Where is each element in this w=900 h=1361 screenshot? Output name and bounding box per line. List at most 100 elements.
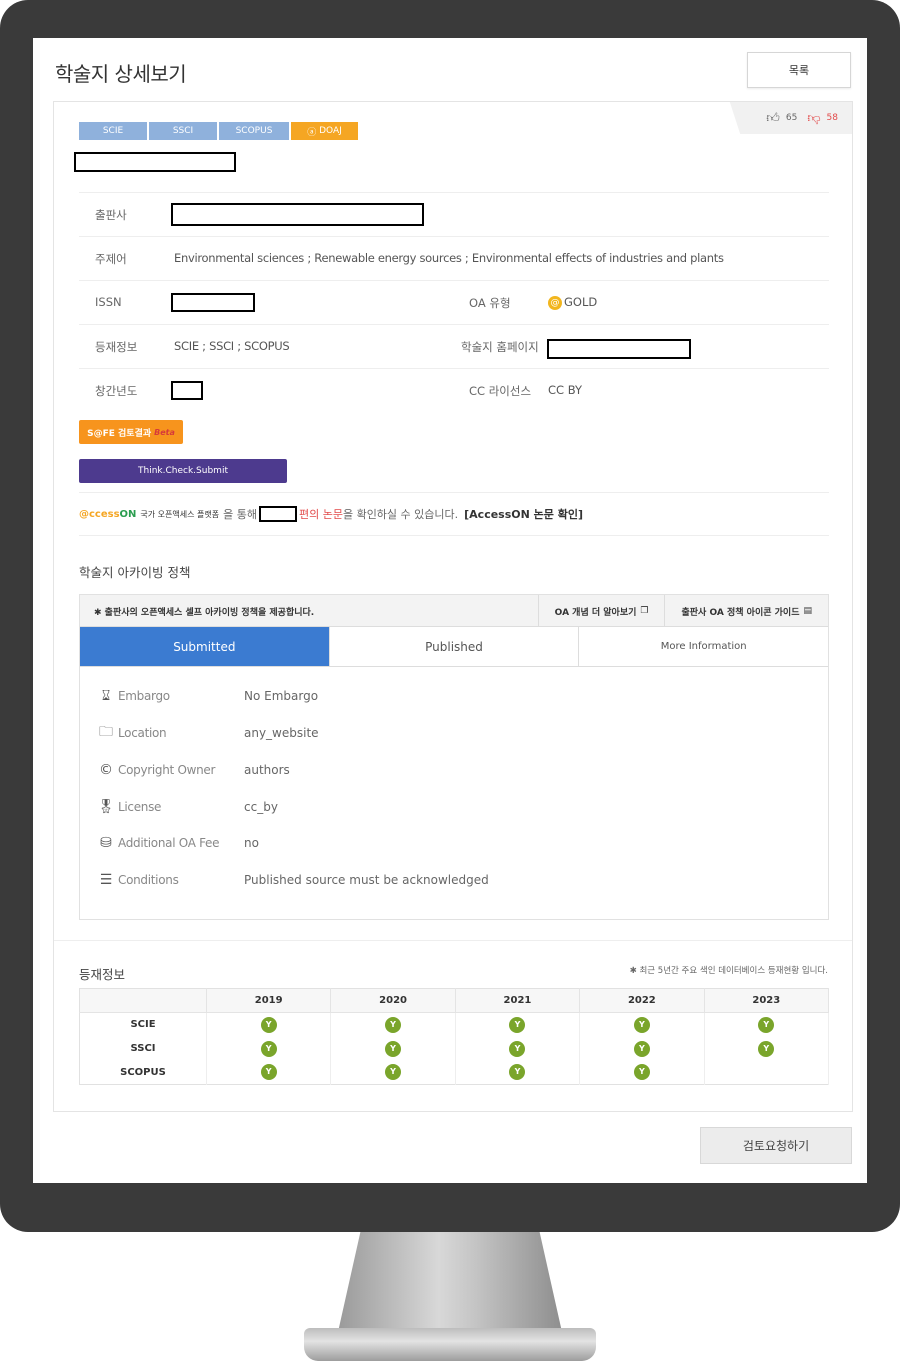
registration-row: SCOPUS Y Y Y Y — [79, 1060, 830, 1085]
policy-row-embargo: ⌛︎ Embargo No Embargo — [96, 685, 796, 707]
jar-icon: ⛁ — [100, 835, 112, 851]
hourglass-icon: ⌛︎ — [101, 688, 111, 704]
oa-type-value: @ GOLD — [548, 295, 597, 310]
journal-detail-card: SCIE SSCI SCOPUS ⓐ DOAJ 👍︎ 65 👎︎ 58 출판사 주제… — [53, 101, 853, 1112]
award-icon: 🎖︎ — [97, 799, 115, 815]
oa-icon-guide-link[interactable]: 출판사 OA 정책 아이콘 가이드 ▤ — [664, 595, 828, 627]
policy-label: Location — [118, 726, 167, 740]
tag-doaj: ⓐ DOAJ — [291, 122, 358, 140]
accesson-paper-count-text: 편의 논문 — [298, 508, 343, 521]
dislike-count: 58 — [826, 113, 838, 123]
vote-area: 👍︎ 65 👎︎ 58 — [729, 102, 852, 134]
subject-value: Environmental sciences ; Renewable energ… — [174, 251, 724, 265]
oa-type-text: GOLD — [564, 295, 598, 309]
section-divider — [54, 940, 852, 941]
policy-row-license: 🎖︎ License cc_by — [96, 796, 796, 818]
registration-title: 등재정보 — [79, 967, 126, 982]
accesson-logo-on: ON — [119, 508, 137, 520]
accesson-text-1: 을 통해 — [223, 508, 257, 521]
indexing-label: 등재정보 — [95, 340, 138, 354]
list-icon: ☰ — [99, 872, 113, 888]
year-header: 2020 — [330, 988, 456, 1013]
oa-concept-link[interactable]: OA 개념 더 알아보기 ❐ — [537, 595, 665, 627]
oa-concept-label: OA 개념 더 알아보기 — [554, 607, 637, 618]
accesson-platform-text: 국가 오픈액세스 플랫폼 — [140, 509, 220, 519]
publisher-label: 출판사 — [95, 208, 127, 222]
registration-cell: Y — [206, 1036, 332, 1061]
founded-label: 창간년도 — [95, 384, 138, 398]
monitor-stand — [338, 1232, 562, 1332]
accesson-logo: @ccessON — [79, 509, 136, 520]
redacted-issn — [171, 293, 255, 312]
redacted-paper-count — [258, 506, 297, 522]
registration-cell: Y — [330, 1012, 456, 1037]
registration-row: SCIE Y Y Y Y Y — [79, 1012, 830, 1037]
info-row-publisher: 출판사 — [79, 192, 829, 236]
registration-cell: Y — [704, 1012, 830, 1037]
thumbs-down-icon: 👎︎ — [807, 110, 821, 126]
cc-license-label: CC 라이선스 — [469, 384, 532, 398]
year-header: 2023 — [704, 988, 830, 1013]
page-title: 학술지 상세보기 — [55, 62, 187, 86]
redacted-homepage[interactable] — [547, 339, 691, 359]
policy-value: cc_by — [244, 800, 278, 814]
cc-license-value: CC BY — [548, 383, 583, 397]
registration-header-empty — [79, 988, 207, 1013]
policy-value: any_website — [244, 726, 319, 740]
dislike-button[interactable]: 👎︎ 58 — [807, 111, 838, 126]
registration-cell: Y — [579, 1012, 705, 1037]
redacted-publisher — [171, 203, 424, 226]
indexed-y-badge: Y — [509, 1064, 526, 1081]
year-header: 2021 — [455, 988, 581, 1013]
monitor-base — [304, 1328, 596, 1361]
accesson-text-2: 을 확인하실 수 있습니다. — [342, 508, 459, 521]
tag-scopus: SCOPUS — [219, 122, 289, 140]
doaj-icon: ⓐ — [307, 127, 320, 138]
indexed-y-badge: Y — [260, 1016, 277, 1033]
registration-cell: Y — [704, 1036, 830, 1061]
info-row-founded: 창간년도 CC 라이선스 CC BY — [79, 368, 829, 412]
safe-review-button[interactable]: S@FE 검토결과 Beta — [79, 420, 183, 444]
think-check-submit-button[interactable]: Think.Check.Submit — [79, 459, 287, 483]
policy-value: authors — [244, 763, 290, 777]
indexed-y-badge: Y — [633, 1016, 650, 1033]
indexed-y-badge: Y — [385, 1016, 402, 1033]
indexed-y-badge: Y — [260, 1040, 277, 1057]
homepage-label: 학술지 홈페이지 — [461, 340, 539, 354]
indexed-y-badge: Y — [385, 1040, 402, 1057]
tab-submitted[interactable]: Submitted — [80, 627, 330, 666]
gold-oa-icon: @ — [548, 295, 562, 310]
registration-cell: Y — [330, 1036, 456, 1061]
like-button[interactable]: 👍︎ 65 — [766, 111, 797, 126]
database-name: SSCI — [79, 1036, 207, 1061]
list-button[interactable]: 목록 — [747, 52, 851, 88]
registration-note: ✱ 최근 5년간 주요 색인 데이터베이스 등재현황 입니다. — [629, 966, 828, 976]
safe-beta-label: Beta — [154, 427, 175, 437]
registration-row: SSCI Y Y Y Y Y — [79, 1036, 830, 1061]
registration-cell: Y — [206, 1060, 332, 1085]
copyright-icon: © — [99, 762, 113, 778]
tab-published[interactable]: Published — [329, 627, 580, 666]
policy-row-copyright: © Copyright Owner authors — [96, 759, 796, 781]
accesson-check-link[interactable]: [AccessON 논문 확인] — [464, 506, 583, 522]
indexing-value: SCIE ; SSCI ; SCOPUS — [174, 339, 290, 353]
registration-body: SCIE Y Y Y Y Y SSCI Y Y Y Y Y SCOPUS Y Y Y Y — [79, 1012, 830, 1085]
oa-type-label: OA 유형 — [469, 296, 511, 310]
issn-label: ISSN — [95, 295, 122, 309]
registration-header-row: 2019 2020 2021 2022 2023 — [79, 988, 830, 1013]
folder-icon: 🗀︎ — [99, 724, 113, 740]
archiving-notice: ✱ 출판사의 오픈액세스 셀프 아카이빙 정책을 제공합니다. — [94, 608, 315, 618]
accesson-line: @ccessON 국가 오픈액세스 플랫폼 을 통해 편의 논문 을 확인하실 … — [79, 492, 829, 536]
registration-table: 2019 2020 2021 2022 2023 SCIE Y Y Y Y Y SSCI Y Y… — [79, 988, 830, 1085]
archiving-header: ✱ 출판사의 오픈액세스 셀프 아카이빙 정책을 제공합니다. OA 개념 더 … — [80, 595, 828, 627]
indexed-y-badge: Y — [385, 1064, 402, 1081]
database-name: SCOPUS — [79, 1060, 207, 1085]
policy-row-location: 🗀︎ Location any_website — [96, 722, 796, 744]
review-request-button[interactable]: 검토요청하기 — [700, 1127, 852, 1164]
registration-cell: Y — [206, 1012, 332, 1037]
tab-more-information[interactable]: More Information — [579, 627, 829, 666]
archiving-links: OA 개념 더 알아보기 ❐ 출판사 OA 정책 아이콘 가이드 ▤ — [537, 595, 828, 627]
registration-cell: Y — [455, 1012, 581, 1037]
redacted-founded-year — [171, 381, 203, 400]
archiving-policy-title: 학술지 아카이빙 정책 — [79, 565, 191, 580]
